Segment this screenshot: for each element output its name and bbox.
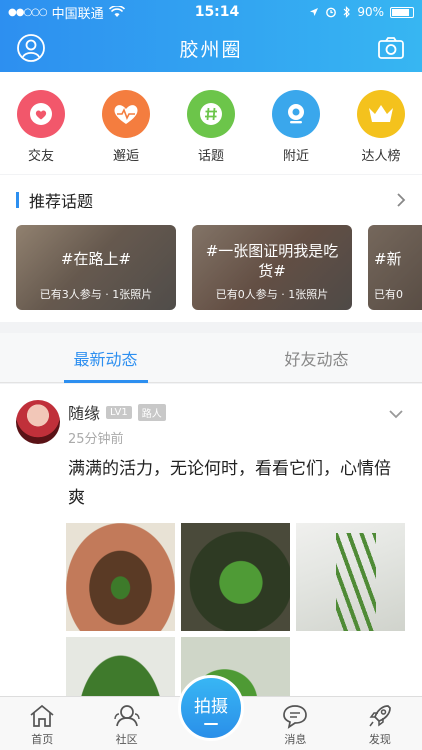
topic-meta: 已有3人参与 · 1张照片: [39, 288, 153, 301]
location-arrow-icon: [310, 8, 319, 16]
user-icon: [17, 34, 45, 62]
post-photo[interactable]: [296, 523, 405, 631]
carrier-label: 中国联通: [51, 6, 104, 22]
role-badge: 路人: [137, 403, 166, 421]
tabbar-center: 拍摄: [169, 675, 253, 750]
topic-name: #在路上#: [60, 250, 132, 268]
topics-header[interactable]: 推荐话题: [0, 175, 422, 225]
heartbeat-icon: [102, 90, 150, 138]
category-label: 邂逅: [112, 149, 139, 164]
post-photo[interactable]: [66, 523, 175, 631]
rocket-icon: [369, 705, 391, 727]
shoot-label: 拍摄: [194, 696, 229, 717]
chevron-down-icon[interactable]: [386, 404, 406, 424]
battery-percent: 90%: [357, 5, 384, 19]
tabbar-community[interactable]: 社区: [84, 697, 168, 750]
tabbar-label: 消息: [284, 733, 307, 746]
hash-icon: [187, 90, 235, 138]
crown-icon: [357, 90, 405, 138]
alarm-icon: [326, 7, 337, 18]
chevron-right-icon: [397, 193, 406, 207]
category-label: 附近: [282, 149, 309, 164]
bluetooth-icon: [343, 6, 351, 18]
tabbar-discover[interactable]: 发现: [338, 697, 422, 750]
home-icon: [30, 704, 54, 727]
tab-latest[interactable]: 最新动态: [0, 333, 211, 383]
clock: 15:14: [194, 4, 240, 20]
community-icon: [113, 705, 140, 727]
nav-bar: 胶州圈: [0, 24, 422, 72]
category-label: 达人榜: [361, 149, 401, 164]
topic-name: #新: [374, 250, 402, 268]
location-icon: [272, 90, 320, 138]
tabbar-label: 发现: [368, 733, 391, 746]
post-time: 25分钟前: [68, 432, 124, 447]
category-nearby[interactable]: 附近: [271, 90, 321, 174]
camera-icon: [378, 37, 404, 59]
bottom-tab-bar: 首页 社区 拍摄 消息 发现: [0, 675, 422, 750]
message-icon: [283, 705, 308, 729]
level-badge: LV1: [106, 405, 132, 419]
wifi-icon: [108, 6, 125, 17]
battery-icon: [390, 6, 414, 18]
profile-button[interactable]: [16, 33, 46, 63]
category-make-friends[interactable]: 交友: [16, 90, 66, 174]
feed-tabs: 最新动态 好友动态: [0, 333, 422, 383]
category-topics[interactable]: 话题: [186, 90, 236, 174]
tabbar-label: 社区: [115, 733, 138, 746]
topic-meta: 已有0: [374, 288, 403, 301]
post-photo[interactable]: [181, 523, 290, 631]
tab-friends[interactable]: 好友动态: [211, 333, 422, 382]
topic-card[interactable]: #在路上# 已有3人参与 · 1张照片: [16, 225, 176, 310]
header: ●●○○○ 中国联通 15:14 90% 胶州圈: [0, 0, 422, 72]
topics-title: 推荐话题: [16, 188, 93, 212]
username[interactable]: 随缘: [68, 400, 100, 424]
camera-button[interactable]: [376, 33, 406, 63]
category-label: 话题: [197, 149, 224, 164]
topic-card[interactable]: #新 已有0: [368, 225, 422, 310]
category-row: 交友 邂逅 话题 附近 达人榜: [0, 72, 422, 174]
topic-name: #一张图证明我是吃货#: [205, 242, 339, 280]
tabbar-label: 首页: [31, 733, 54, 746]
tabbar-home[interactable]: 首页: [0, 697, 84, 750]
category-leaderboard[interactable]: 达人榜: [356, 90, 406, 174]
shoot-button[interactable]: 拍摄: [178, 675, 245, 741]
signal-icon: ●●○○○: [8, 6, 48, 18]
recommended-topics: 推荐话题 #在路上# 已有3人参与 · 1张照片 #一张图证明我是吃货# 已有0…: [0, 175, 422, 322]
status-bar: ●●○○○ 中国联通 15:14 90%: [0, 0, 422, 24]
heart-icon: [17, 90, 65, 138]
page-title: 胶州圈: [179, 38, 243, 61]
tabbar-messages[interactable]: 消息: [253, 697, 337, 750]
feed-post: 随缘 LV1 路人 25分钟前 满满的活力，无论何时，看看它们，心情倍爽: [0, 384, 422, 745]
category-label: 交友: [27, 149, 54, 164]
avatar[interactable]: [16, 400, 60, 444]
topic-meta: 已有0人参与 · 1张照片: [215, 288, 329, 301]
post-text: 满满的活力，无论何时，看看它们，心情倍爽: [68, 459, 391, 508]
category-encounter[interactable]: 邂逅: [101, 90, 151, 174]
topic-card[interactable]: #一张图证明我是吃货# 已有0人参与 · 1张照片: [192, 225, 352, 310]
